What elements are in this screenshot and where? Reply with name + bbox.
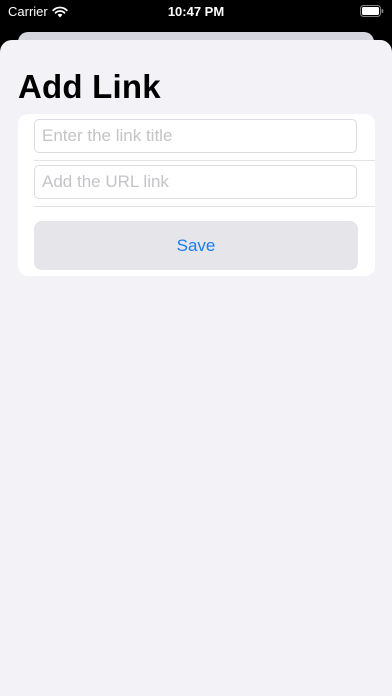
status-bar: Carrier 10:47 PM [0,0,392,24]
link-title-input[interactable] [34,119,357,153]
link-form: Save [18,114,375,276]
title-row [34,114,375,161]
battery-icon [360,5,384,17]
url-row [34,160,375,207]
app-screen: Carrier 10:47 PM Add Link Save [0,0,392,696]
link-url-input[interactable] [34,165,357,199]
status-clock: 10:47 PM [167,4,225,19]
save-button[interactable]: Save [34,221,358,270]
page-title: Add Link [18,68,161,105]
